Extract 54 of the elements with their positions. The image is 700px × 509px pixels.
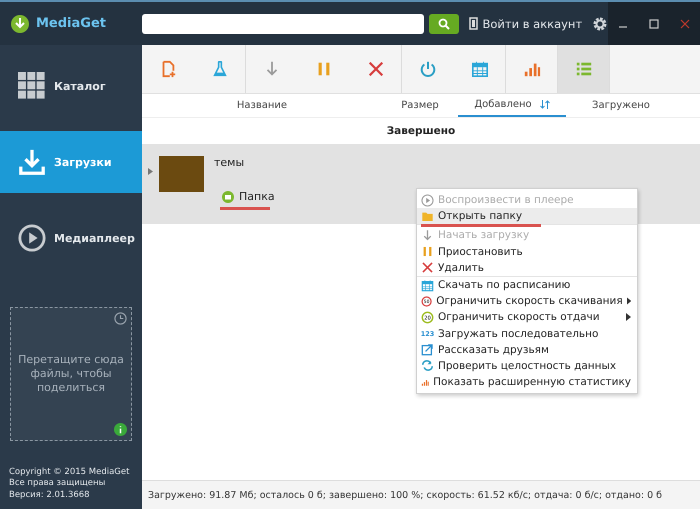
download-icon xyxy=(18,148,46,176)
list-icon xyxy=(574,60,592,78)
app-name: MediaGet xyxy=(36,16,106,31)
menu-item[interactable]: Открыть папку xyxy=(417,208,637,226)
download-name: темы xyxy=(214,156,246,169)
sidebar-item[interactable]: Медиаплеер xyxy=(0,207,142,269)
column-header[interactable]: Название xyxy=(142,94,382,117)
menu-item[interactable]: Рассказать друзьям xyxy=(417,342,637,358)
drop-zone[interactable]: Перетащите сюда файлы, чтобы поделиться xyxy=(10,307,132,441)
expand-icon[interactable] xyxy=(148,168,153,175)
menu-item[interactable]: Скачать по расписанию xyxy=(417,276,637,294)
down-arrow-icon xyxy=(421,228,434,242)
share-icon xyxy=(421,343,434,356)
calendar-icon xyxy=(421,278,434,292)
maximize-icon[interactable] xyxy=(649,18,660,28)
logo-icon xyxy=(10,14,30,34)
thumbnail-placeholder xyxy=(159,156,204,192)
menu-item[interactable]: Показать расширенную статистику xyxy=(417,374,637,390)
close-icon[interactable] xyxy=(680,18,690,28)
power-icon xyxy=(419,60,437,78)
search-icon xyxy=(438,18,450,30)
menu-item[interactable]: Удалить xyxy=(417,260,637,277)
settings-icon[interactable] xyxy=(592,16,608,32)
close-icon xyxy=(366,60,384,78)
column-header[interactable]: Добавлено xyxy=(458,94,566,117)
folder-link[interactable]: Папка xyxy=(222,190,275,203)
search-field[interactable] xyxy=(142,14,424,34)
close-icon xyxy=(421,261,434,274)
search-button[interactable] xyxy=(428,14,460,34)
column-header[interactable]: Размер xyxy=(382,94,458,117)
flask-icon xyxy=(210,60,228,78)
grid-icon xyxy=(18,72,46,100)
pause-icon xyxy=(421,245,434,258)
status-text: Загружено: 91.87 Мб; осталось 0 б; завершено: 100 %; скорость: 61.52 кб/с; отдача: 0 б/с; отдано: 0 б xyxy=(142,480,700,509)
underline-mark xyxy=(220,207,270,210)
calendar-icon xyxy=(470,60,488,78)
group-header: Завершено xyxy=(386,124,456,139)
play-icon xyxy=(421,194,434,207)
footer-text: Copyright © 2015 MediaGet xyxy=(9,467,130,478)
menu-item[interactable]: Проверить целостность данных xyxy=(417,358,637,374)
column-header[interactable]: Загружено xyxy=(566,94,676,117)
drop-zone-text: Перетащите сюда файлы, чтобы поделиться xyxy=(17,352,125,396)
info-icon[interactable] xyxy=(114,423,127,436)
footer-text: Все права защищены xyxy=(9,478,106,490)
toolbar-button[interactable] xyxy=(558,45,610,93)
sidebar-item[interactable]: Каталог xyxy=(0,55,142,117)
refresh-icon xyxy=(421,359,434,372)
menu-item[interactable]: Приостановить xyxy=(417,244,637,260)
footer-text: Версия: 2.01.3668 xyxy=(9,490,91,502)
login-button[interactable]: Войти в аккаунт xyxy=(469,16,582,30)
door-icon xyxy=(469,17,478,30)
sort-icon xyxy=(540,100,550,109)
clock-icon xyxy=(114,312,127,325)
play-icon xyxy=(18,224,46,252)
